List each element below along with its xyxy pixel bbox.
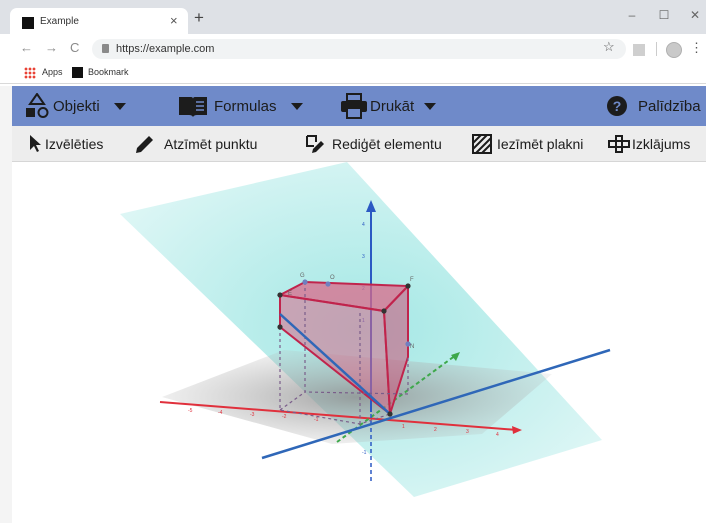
x-tick-label: 2 — [434, 427, 437, 433]
point[interactable] — [277, 292, 283, 298]
tool-net-label: Izklājums — [632, 136, 691, 152]
lock-icon — [102, 44, 109, 53]
point-label: F — [410, 277, 414, 283]
x-tick-label: 1 — [402, 424, 405, 430]
bookmarks-bar: Apps Bookmark — [0, 62, 706, 84]
tool-mark-point-label: Atzīmēt punktu — [164, 136, 258, 152]
point[interactable] — [302, 279, 308, 285]
chevron-down-icon — [113, 102, 126, 110]
hatched-plane-icon — [472, 134, 492, 154]
book-icon — [179, 97, 207, 117]
pencil-icon — [136, 136, 153, 153]
tab-close-icon[interactable]: × — [170, 13, 178, 28]
point-label: G — [300, 273, 305, 279]
tool-edit-element[interactable]: Rediģēt elementu — [304, 126, 442, 162]
browser-toolbar: ← → C https://example.com ☆ ⋮ — [0, 34, 706, 62]
printer-icon — [341, 93, 367, 119]
tab-strip: Example × + – ☐ ✕ — [0, 0, 706, 34]
url-text: https://example.com — [116, 43, 215, 55]
favicon-icon — [22, 17, 34, 29]
browser-tab[interactable]: Example × — [10, 8, 188, 34]
cursor-arrow-icon — [30, 135, 41, 152]
point[interactable] — [387, 411, 393, 417]
z-tick-label: -1 — [362, 450, 367, 456]
point[interactable] — [325, 281, 331, 287]
browser-window: Example × + – ☐ ✕ ← → C https://example.… — [0, 0, 706, 523]
bookmark-apps[interactable]: Apps — [42, 67, 63, 77]
extension-icon[interactable] — [633, 44, 645, 56]
x-tick-label: 4 — [496, 432, 499, 438]
back-icon[interactable]: ← — [20, 41, 33, 55]
help-icon: ? — [607, 96, 627, 116]
app-menu-bar: Objekti Formulas Drukāt ? Palīdzība — [12, 86, 706, 126]
forward-icon[interactable]: → — [45, 41, 58, 55]
z-tick-label: 3 — [362, 254, 365, 260]
tool-net[interactable]: Izklājums — [608, 126, 690, 162]
tool-mark-plane[interactable]: Iezīmēt plakni — [472, 126, 583, 162]
maximize-button[interactable]: ☐ — [657, 8, 671, 22]
tool-select[interactable]: Izvēlēties — [30, 126, 103, 162]
profile-avatar[interactable] — [666, 42, 682, 58]
point[interactable] — [277, 324, 283, 330]
toolbar-divider — [656, 42, 657, 56]
x-tick-label: -5 — [188, 408, 193, 414]
svg-text:?: ? — [613, 98, 622, 114]
reload-icon[interactable]: C — [70, 41, 79, 55]
bookmark-favicon-icon — [72, 67, 83, 78]
address-bar[interactable]: https://example.com — [92, 39, 626, 59]
tool-mark-point[interactable]: Atzīmēt punktu — [134, 126, 257, 162]
point-label: E — [288, 291, 292, 297]
menu-help[interactable]: ? Palīdzība — [606, 86, 701, 126]
tool-bar: Izvēlēties Atzīmēt punktu Rediģēt elemen… — [12, 126, 706, 162]
point[interactable] — [405, 283, 411, 289]
x-tick-label: -3 — [250, 412, 255, 418]
menu-formulas-label: Formulas — [214, 97, 277, 115]
edit-node-icon — [306, 135, 324, 153]
tool-select-label: Izvēlēties — [45, 136, 104, 152]
x-tick-label: -4 — [218, 410, 223, 416]
graphics-3d-canvas[interactable]: -5 -4 -3 -2 -1 1 2 3 4 4 3 2 1 — [12, 162, 706, 523]
x-tick-label: 3 — [466, 429, 469, 435]
tab-title: Example — [40, 16, 79, 27]
menu-print-label: Drukāt — [370, 97, 415, 115]
menu-formulas[interactable]: Formulas — [177, 86, 303, 126]
point[interactable] — [381, 308, 387, 314]
menu-print[interactable]: Drukāt — [340, 86, 437, 126]
x-tick-label: -2 — [282, 414, 287, 420]
new-tab-button[interactable]: + — [194, 9, 204, 26]
bookmark-star-icon[interactable]: ☆ — [603, 39, 615, 55]
menu-objects-label: Objekti — [53, 97, 100, 115]
menu-objects[interactable]: Objekti — [24, 86, 126, 126]
close-window-button[interactable]: ✕ — [688, 8, 702, 22]
menu-kebab-icon[interactable]: ⋮ — [690, 40, 703, 56]
bookmark-item[interactable]: Bookmark — [88, 67, 129, 77]
tool-mark-plane-label: Iezīmēt plakni — [497, 136, 584, 152]
point-label: O — [330, 275, 335, 281]
net-unfold-icon — [608, 135, 630, 153]
z-tick-label: 4 — [362, 222, 365, 228]
shapes-icon — [26, 93, 49, 118]
chevron-down-icon — [424, 102, 437, 110]
minimize-button[interactable]: – — [625, 8, 639, 22]
left-panel-strip — [0, 86, 12, 523]
point-label: N — [410, 344, 414, 350]
x-tick-label: -1 — [314, 417, 319, 423]
apps-grid-icon[interactable] — [24, 67, 36, 79]
tool-edit-element-label: Rediģēt elementu — [332, 136, 442, 152]
chevron-down-icon — [290, 102, 303, 110]
menu-help-label: Palīdzība — [638, 97, 701, 115]
scene-3d[interactable]: -5 -4 -3 -2 -1 1 2 3 4 4 3 2 1 — [12, 162, 706, 523]
